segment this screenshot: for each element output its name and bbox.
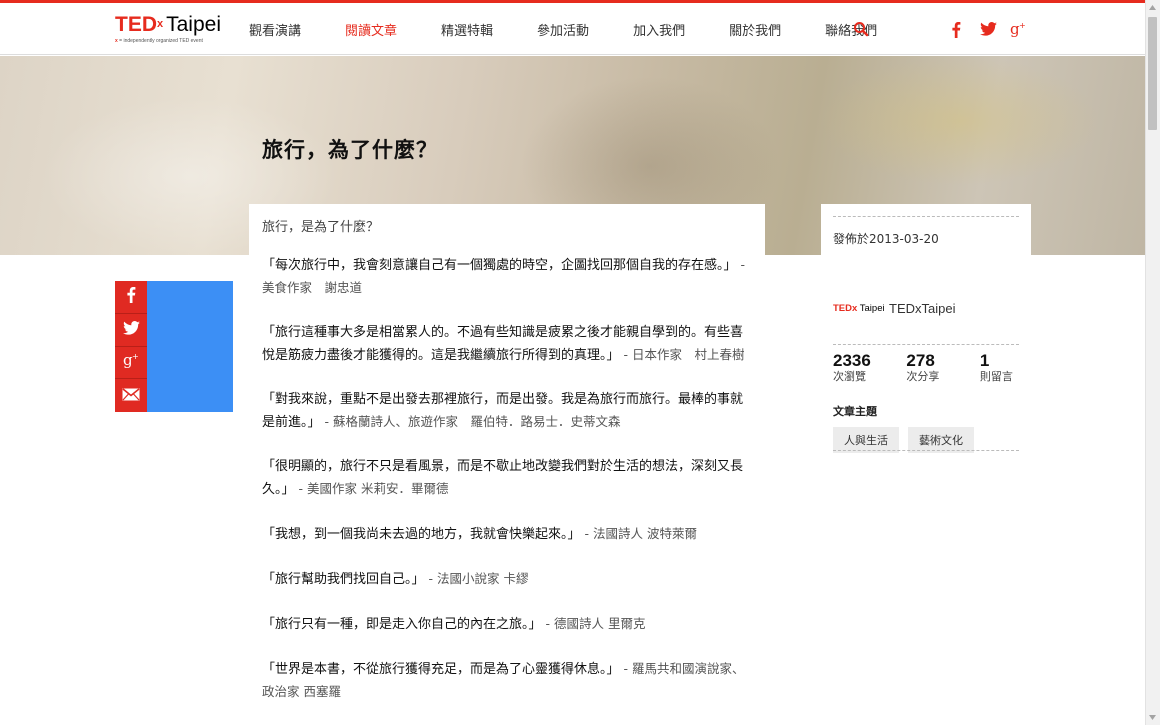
tedx-taipei-logo[interactable]: TEDx Taipei x = independently organized T… (115, 13, 235, 49)
quote-paragraph: 「世界是本書，不從旅行獲得充足，而是為了心靈獲得休息。」 - 羅馬共和國演說家、… (262, 658, 752, 704)
quote-text: 「旅行幫助我們找回自己。」 (262, 572, 425, 587)
nav-item-about-us[interactable]: 關於我們 (729, 20, 781, 39)
quote-source: - 美國作家 米莉安．畢爾德 (294, 481, 449, 496)
stat-label: 次瀏覽 (833, 370, 866, 383)
logo-wordmark: TEDx Taipei (115, 13, 235, 37)
stat-views: 2336 次瀏覽 (833, 352, 906, 401)
quote-paragraph: 「每次旅行中，我會刻意讓自己有一個獨處的時空，企圖找回那個自我的存在感。」 - … (262, 254, 752, 300)
svg-text:+: + (1019, 21, 1026, 30)
nav-item-featured[interactable]: 精選特輯 (441, 20, 493, 39)
nav-item-join-us[interactable]: 加入我們 (633, 20, 685, 39)
article-sidebar: 發佈於2013-03-20 TEDx Taipei TEDxTaipei 233… (821, 204, 1031, 466)
share-facebook-button[interactable] (115, 281, 147, 314)
article-stats: 2336 次瀏覽 278 次分享 1 則留言 (833, 345, 1019, 401)
stat-label: 則留言 (979, 370, 1013, 383)
stat-value: 1 (979, 351, 990, 370)
publish-date: 發佈於2013-03-20 (833, 232, 939, 246)
nav-item-contact-us[interactable]: 聯絡我們 (825, 20, 877, 39)
hero-background-shade (820, 56, 1100, 186)
scrollbar-thumb[interactable] (1148, 17, 1157, 130)
facebook-icon[interactable] (948, 18, 964, 40)
stat-value: 278 (906, 351, 935, 370)
sidebar-divider (833, 450, 1019, 451)
share-panel: g + (115, 281, 233, 412)
quote-paragraph: 「旅行這種事大多是相當累人的。不過有些知識是疲累之後才能親自學到的。有些喜悅是筋… (262, 322, 752, 367)
logo-x: x (157, 18, 164, 30)
quote-source: - 德國詩人 里爾克 (541, 616, 646, 631)
stat-label: 次分享 (906, 370, 940, 383)
author-logo: TEDx Taipei (833, 302, 885, 314)
topics-heading: 文章主題 (833, 405, 877, 418)
share-email-button[interactable] (115, 379, 147, 412)
twitter-icon[interactable] (978, 18, 998, 40)
email-icon (122, 386, 140, 405)
quote-paragraph: 「我想，到一個我尚未去過的地方，我就會快樂起來。」 - 法國詩人 波特萊爾 (262, 523, 752, 546)
quote-text: 「旅行只有一種，即是走入你自己的內在之旅。」 (262, 617, 542, 632)
quote-source: - 法國詩人 波特萊爾 (580, 526, 697, 541)
quote-source: - 法國小說家 卡繆 (424, 571, 529, 586)
google-plus-icon[interactable]: g + (1008, 18, 1028, 40)
stat-value: 2336 (833, 351, 871, 370)
google-plus-icon: g + (122, 351, 140, 373)
site-header: TEDx Taipei x = independently organized T… (0, 3, 1145, 55)
quote-paragraph: 「很明顯的，旅行不只是看風景，而是不歇止地改變我們對於生活的想法，深刻又長久。」… (262, 456, 752, 501)
main-nav: 觀看演講 閱讀文章 精選特輯 參加活動 加入我們 關於我們 聯絡我們 (249, 3, 921, 55)
author-block[interactable]: TEDx Taipei TEDxTaipei (833, 272, 1019, 344)
logo-city: Taipei (166, 13, 221, 36)
stat-comments: 1 則留言 (980, 352, 1019, 401)
logo-ted: TED (115, 13, 157, 36)
quote-source: - 蘇格蘭詩人、旅遊作家 羅伯特．路易士．史蒂文森 (320, 414, 621, 429)
quote-paragraph: 「旅行幫助我們找回自己。」 - 法國小說家 卡繆 (262, 568, 752, 591)
nav-item-watch-talks[interactable]: 觀看演講 (249, 20, 301, 39)
quote-paragraph: 「旅行只有一種，即是走入你自己的內在之旅。」 - 德國詩人 里爾克 (262, 613, 752, 636)
quote-source: - 日本作家 村上春樹 (619, 347, 745, 362)
scroll-up-arrow-icon[interactable] (1145, 0, 1160, 15)
share-google-plus-button[interactable]: g + (115, 347, 147, 380)
article-body: 旅行，是為了什麼？ 「每次旅行中，我會刻意讓自己有一個獨處的時空，企圖找回那個自… (249, 204, 765, 725)
author-logo-city: Taipei (857, 302, 885, 314)
share-twitter-button[interactable] (115, 314, 147, 347)
quote-text: 「每次旅行中，我會刻意讓自己有一個獨處的時空，企圖找回那個自我的存在感。」 (262, 258, 737, 273)
nav-item-events[interactable]: 參加活動 (537, 20, 589, 39)
quote-text: 「世界是本書，不從旅行獲得充足，而是為了心靈獲得休息。」 (262, 662, 620, 677)
author-logo-ted: TEDx (833, 302, 858, 314)
logo-tagline-text: = independently organized TED event (117, 38, 203, 44)
article-subtitle: 旅行，是為了什麼？ (262, 220, 380, 235)
facebook-icon (126, 286, 136, 307)
quote-text: 「我想，到一個我尚未去過的地方，我就會快樂起來。」 (262, 527, 581, 542)
article-title: 旅行，為了什麼？ (262, 138, 438, 162)
author-name[interactable]: TEDxTaipei (889, 301, 955, 316)
quote-paragraph: 「對我來說，重點不是出發去那裡旅行，而是出發。我是為旅行而旅行。最棒的事就是前進… (262, 389, 752, 434)
search-icon[interactable] (853, 21, 869, 37)
scroll-down-arrow-icon[interactable] (1145, 710, 1160, 725)
nav-item-read-articles[interactable]: 閱讀文章 (345, 20, 397, 39)
twitter-icon (122, 320, 140, 339)
stat-shares: 278 次分享 (906, 352, 979, 401)
logo-tagline: x = independently organized TED event (115, 38, 235, 44)
svg-text:+: + (132, 352, 139, 361)
share-buttons: g + (115, 281, 147, 412)
